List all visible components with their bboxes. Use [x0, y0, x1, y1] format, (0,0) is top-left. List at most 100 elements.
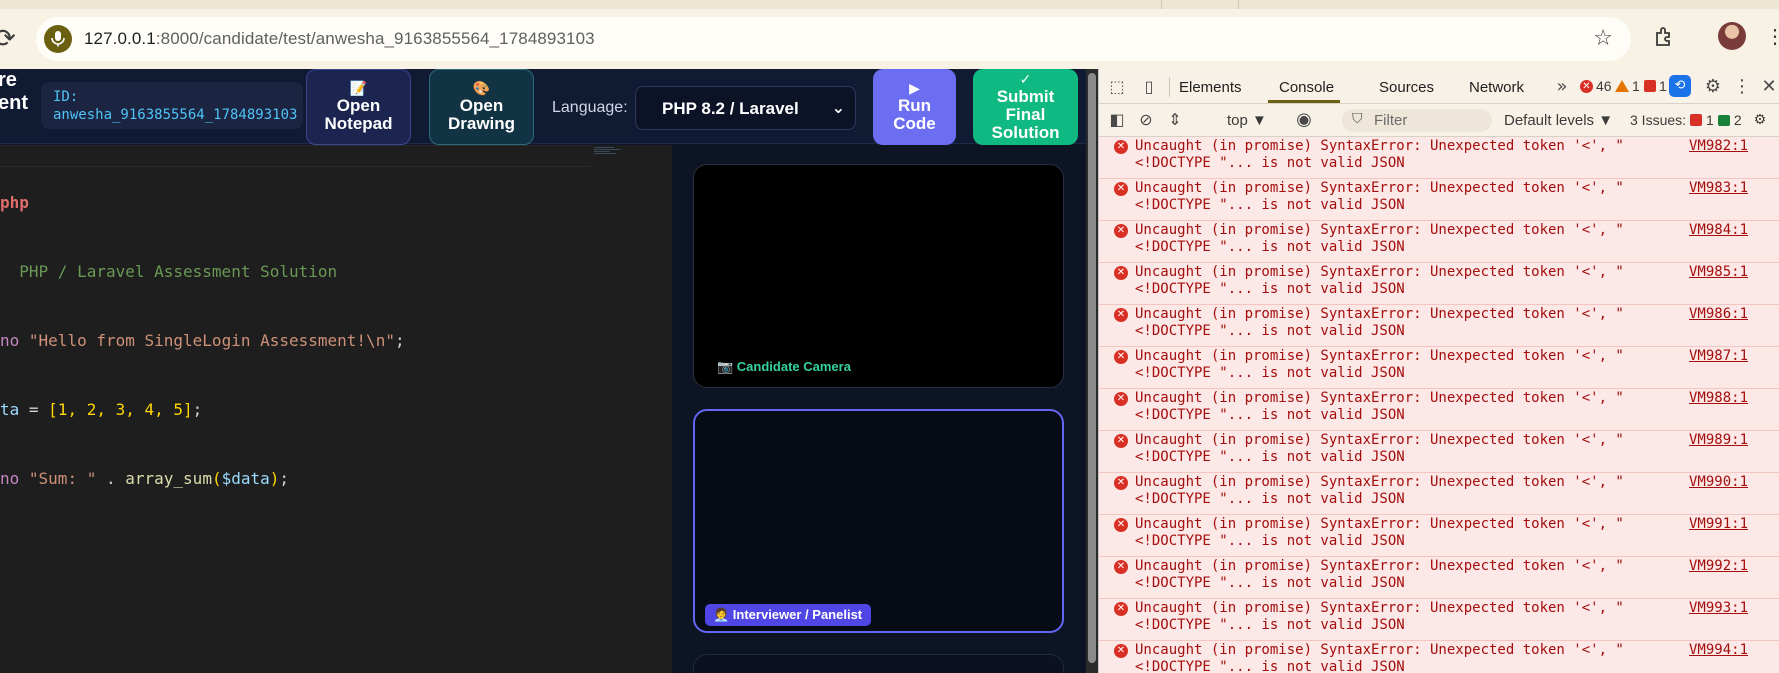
- console-source-link[interactable]: VM988:1: [1689, 390, 1748, 406]
- console-error-row[interactable]: ✕ Uncaught (in promise) SyntaxError: Unex…: [1099, 515, 1779, 557]
- console-error-row[interactable]: ✕ Uncaught (in promise) SyntaxError: Unex…: [1099, 473, 1779, 515]
- console-error-row[interactable]: ✕ Uncaught (in promise) SyntaxError: Unex…: [1099, 221, 1779, 263]
- ai-assist-icon[interactable]: ⟲: [1669, 75, 1691, 97]
- tab-console[interactable]: Console: [1279, 79, 1334, 96]
- error-count: 46: [1596, 78, 1612, 94]
- reload-icon[interactable]: ⟳: [0, 26, 16, 52]
- context-select[interactable]: top ▼: [1227, 112, 1267, 129]
- live-expression-eye-icon[interactable]: ◉: [1294, 110, 1314, 130]
- open-drawing-button[interactable]: 🎨 Open Drawing: [429, 69, 534, 145]
- candidate-id-value: anwesha_9163855564_1784893103: [53, 107, 298, 123]
- console-message-line: Uncaught (in promise) SyntaxError: Unexp…: [1135, 180, 1624, 196]
- console-source-link[interactable]: VM985:1: [1689, 264, 1748, 280]
- submit-final-solution-button[interactable]: ✓ Submit Final Solution: [973, 69, 1078, 145]
- open-notepad-button[interactable]: 📝 Open Notepad: [306, 69, 411, 145]
- tab-sources[interactable]: Sources: [1379, 79, 1434, 96]
- button-label: Solution: [991, 123, 1060, 142]
- code-editor[interactable]: php PHP / Laravel Assessment Solution no…: [0, 145, 672, 673]
- console-message-line: <!DOCTYPE "... is not valid JSON: [1135, 617, 1405, 633]
- console-message: Uncaught (in promise) SyntaxError: Unexp…: [1135, 474, 1624, 508]
- code-function: array_sum: [125, 469, 212, 488]
- extensions-icon[interactable]: [1654, 25, 1676, 47]
- console-source-link[interactable]: VM987:1: [1689, 348, 1748, 364]
- close-icon[interactable]: ✕: [1759, 77, 1779, 97]
- console-message: Uncaught (in promise) SyntaxError: Unexp…: [1135, 138, 1624, 172]
- code-punct: ;: [192, 400, 203, 419]
- editor-minimap[interactable]: [594, 147, 622, 157]
- console-message-line: Uncaught (in promise) SyntaxError: Unexp…: [1135, 558, 1624, 574]
- interviewer-video-feed: 🧑‍💼 Interviewer / Panelist: [693, 409, 1064, 633]
- video-panel: 📷 Candidate Camera 🧑‍💼 Interviewer / Pan…: [672, 145, 1098, 673]
- issues-info-count: 2: [1733, 112, 1742, 128]
- console-source-link[interactable]: VM989:1: [1689, 432, 1748, 448]
- issue-count-badge[interactable]: 1: [1644, 78, 1667, 94]
- console-message: Uncaught (in promise) SyntaxError: Unexp…: [1135, 432, 1624, 466]
- site-info-icon[interactable]: [44, 25, 72, 53]
- url-text[interactable]: 127.0.0.1:8000/candidate/test/anwesha_91…: [84, 29, 595, 49]
- console-error-row[interactable]: ✕ Uncaught (in promise) SyntaxError: Unex…: [1099, 179, 1779, 221]
- candidate-id-badge: ID: anwesha_9163855564_1784893103: [41, 82, 303, 129]
- button-label: Final: [1005, 105, 1046, 124]
- console-error-row[interactable]: ✕ Uncaught (in promise) SyntaxError: Unex…: [1099, 431, 1779, 473]
- code-operator: .: [96, 469, 126, 488]
- tab-network[interactable]: Network: [1469, 79, 1524, 96]
- console-error-row[interactable]: ✕ Uncaught (in promise) SyntaxError: Unex…: [1099, 557, 1779, 599]
- console-source-link[interactable]: VM984:1: [1689, 222, 1748, 238]
- console-source-link[interactable]: VM990:1: [1689, 474, 1748, 490]
- console-message-line: Uncaught (in promise) SyntaxError: Unexp…: [1135, 390, 1624, 406]
- filter-placeholder: Filter: [1374, 112, 1408, 129]
- warning-count-badge[interactable]: 1: [1615, 78, 1640, 94]
- issues-error-count: 1: [1706, 112, 1714, 128]
- profile-avatar[interactable]: [1718, 22, 1746, 50]
- error-icon: ✕: [1114, 476, 1128, 490]
- code-string: "Sum: ": [28, 469, 97, 488]
- more-tabs-icon[interactable]: »: [1552, 77, 1572, 97]
- console-message-line: <!DOCTYPE "... is not valid JSON: [1135, 323, 1405, 339]
- console-source-link[interactable]: VM992:1: [1689, 558, 1748, 574]
- button-label: Code: [893, 114, 936, 133]
- issue-error-icon: [1690, 114, 1703, 126]
- console-error-row[interactable]: ✕ Uncaught (in promise) SyntaxError: Unex…: [1099, 641, 1779, 673]
- console-log-list[interactable]: ✕ Uncaught (in promise) SyntaxError: Unex…: [1099, 137, 1779, 673]
- interviewer-label: 🧑‍💼 Interviewer / Panelist: [705, 604, 872, 626]
- console-error-row[interactable]: ✕ Uncaught (in promise) SyntaxError: Unex…: [1099, 305, 1779, 347]
- log-levels-dropdown[interactable]: Default levels ▼: [1504, 112, 1613, 129]
- run-code-button[interactable]: ▶ Run Code: [873, 69, 956, 145]
- console-error-row[interactable]: ✕ Uncaught (in promise) SyntaxError: Unex…: [1099, 347, 1779, 389]
- console-source-link[interactable]: VM993:1: [1689, 600, 1748, 616]
- settings-gear-icon[interactable]: ⚙: [1703, 77, 1723, 97]
- tab-elements[interactable]: Elements: [1179, 79, 1242, 96]
- tab-separator: [1238, 0, 1239, 9]
- console-source-link[interactable]: VM994:1: [1689, 642, 1748, 658]
- expand-collapse-icon[interactable]: ⇕: [1165, 110, 1185, 130]
- code-line: no "Sum: " . array_sum($data);: [0, 469, 290, 488]
- language-select[interactable]: PHP 8.2 / Laravel ⌄: [635, 86, 856, 130]
- scrollbar-thumb[interactable]: [1088, 73, 1096, 663]
- inspect-element-icon[interactable]: ⬚: [1107, 77, 1127, 97]
- address-bar[interactable]: 127.0.0.1:8000/candidate/test/anwesha_91…: [36, 17, 1631, 61]
- console-error-row[interactable]: ✕ Uncaught (in promise) SyntaxError: Unex…: [1099, 263, 1779, 305]
- code-content[interactable]: php PHP / Laravel Assessment Solution no…: [0, 145, 405, 536]
- issues-label: 3 Issues:: [1630, 112, 1687, 128]
- device-toolbar-icon[interactable]: ▯: [1139, 77, 1159, 97]
- console-error-row[interactable]: ✕ Uncaught (in promise) SyntaxError: Unex…: [1099, 137, 1779, 179]
- console-filter-input[interactable]: ⛉ Filter: [1342, 109, 1492, 132]
- console-settings-gear-icon[interactable]: ⚙: [1754, 112, 1767, 128]
- button-label: Run: [897, 96, 932, 115]
- devtools-menu-icon[interactable]: ⋮: [1732, 77, 1752, 97]
- console-source-link[interactable]: VM982:1: [1689, 138, 1748, 154]
- console-source-link[interactable]: VM983:1: [1689, 180, 1748, 196]
- browser-menu-icon[interactable]: ⋮: [1765, 24, 1779, 49]
- console-toolbar: ◧ ⊘ ⇕ top ▼ ◉ ⛉ Filter Default levels ▼ …: [1099, 104, 1779, 137]
- console-error-row[interactable]: ✕ Uncaught (in promise) SyntaxError: Unex…: [1099, 599, 1779, 641]
- page-scrollbar[interactable]: [1086, 69, 1098, 673]
- clear-console-icon[interactable]: ⊘: [1136, 110, 1156, 130]
- sidebar-toggle-icon[interactable]: ◧: [1107, 110, 1127, 130]
- console-source-link[interactable]: VM991:1: [1689, 516, 1748, 532]
- console-error-row[interactable]: ✕ Uncaught (in promise) SyntaxError: Unex…: [1099, 389, 1779, 431]
- active-tab-indicator: [1268, 100, 1340, 103]
- bookmark-star-icon[interactable]: ☆: [1593, 26, 1613, 51]
- error-count-badge[interactable]: ✕ 46: [1580, 78, 1612, 94]
- console-source-link[interactable]: VM986:1: [1689, 306, 1748, 322]
- issues-summary[interactable]: 3 Issues: 1 2 ⚙: [1630, 112, 1766, 128]
